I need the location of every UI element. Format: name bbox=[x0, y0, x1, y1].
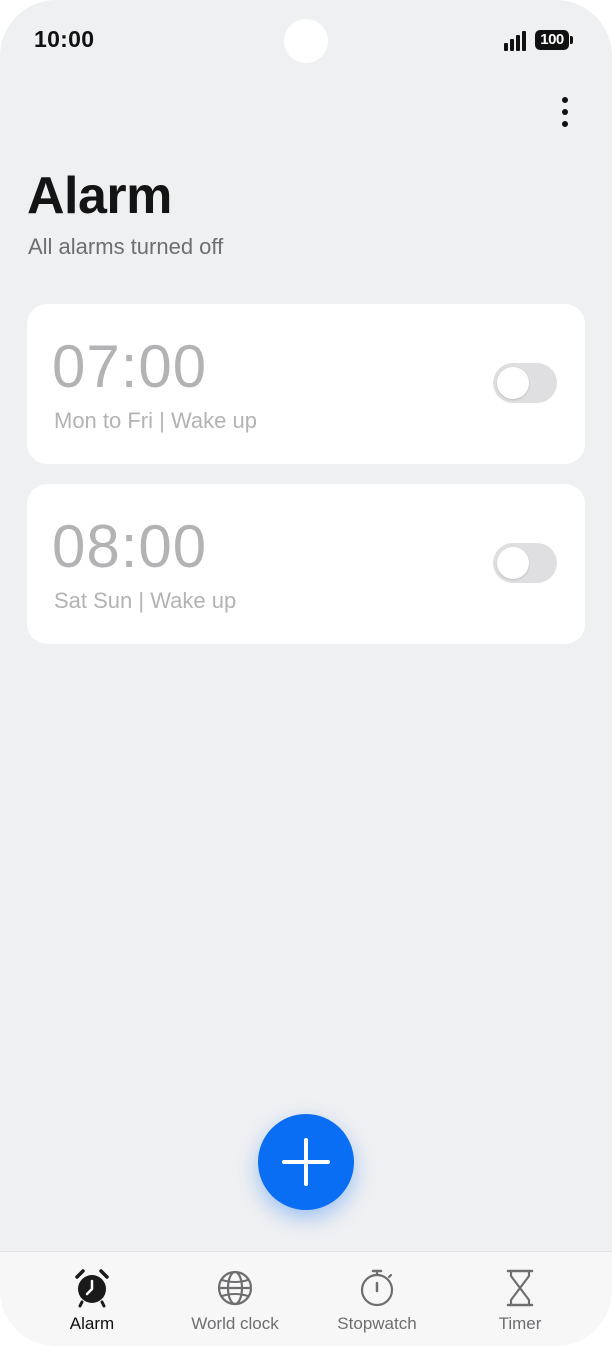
tab-world-clock[interactable]: World clock bbox=[165, 1252, 305, 1346]
alarm-time: 07:00 bbox=[52, 333, 208, 400]
page-subtitle: All alarms turned off bbox=[28, 234, 224, 259]
tab-stopwatch-label: Stopwatch bbox=[337, 1314, 417, 1333]
alarm-card[interactable]: 07:00 Mon to Fri | Wake up bbox=[27, 304, 585, 464]
more-vertical-icon bbox=[562, 97, 568, 103]
tab-timer[interactable]: Timer bbox=[450, 1252, 590, 1346]
signal-bars-icon bbox=[504, 31, 526, 51]
alarm-toggle[interactable] bbox=[493, 363, 557, 403]
tab-timer-label: Timer bbox=[498, 1314, 542, 1333]
tab-alarm[interactable]: Alarm bbox=[22, 1252, 162, 1346]
toggle-knob bbox=[497, 367, 529, 399]
alarm-label: Sat Sun | Wake up bbox=[54, 588, 237, 613]
stopwatch-icon bbox=[360, 1269, 394, 1307]
more-options-button[interactable] bbox=[548, 92, 582, 132]
tab-world-clock-label: World clock bbox=[191, 1314, 279, 1333]
battery-indicator: 100 bbox=[535, 30, 573, 50]
camera-cutout bbox=[284, 19, 328, 63]
alarm-card[interactable]: 08:00 Sat Sun | Wake up bbox=[27, 484, 585, 644]
alarm-label: Mon to Fri | Wake up bbox=[54, 408, 257, 433]
alarm-screen: 10:00 100 Alarm All alarms turned off 07… bbox=[0, 0, 612, 1346]
hourglass-icon bbox=[506, 1269, 534, 1307]
alarm-clock-icon bbox=[75, 1269, 109, 1308]
tab-alarm-label: Alarm bbox=[69, 1314, 115, 1333]
page-title: Alarm bbox=[27, 167, 172, 225]
globe-icon bbox=[217, 1270, 253, 1306]
bottom-navigation: Alarm World clock Stopwatch Timer bbox=[0, 1251, 612, 1346]
status-time: 10:00 bbox=[34, 26, 95, 52]
alarm-time: 08:00 bbox=[52, 513, 208, 580]
tab-stopwatch[interactable]: Stopwatch bbox=[307, 1252, 447, 1346]
toggle-knob bbox=[497, 547, 529, 579]
add-alarm-button[interactable] bbox=[258, 1114, 354, 1210]
alarm-toggle[interactable] bbox=[493, 543, 557, 583]
